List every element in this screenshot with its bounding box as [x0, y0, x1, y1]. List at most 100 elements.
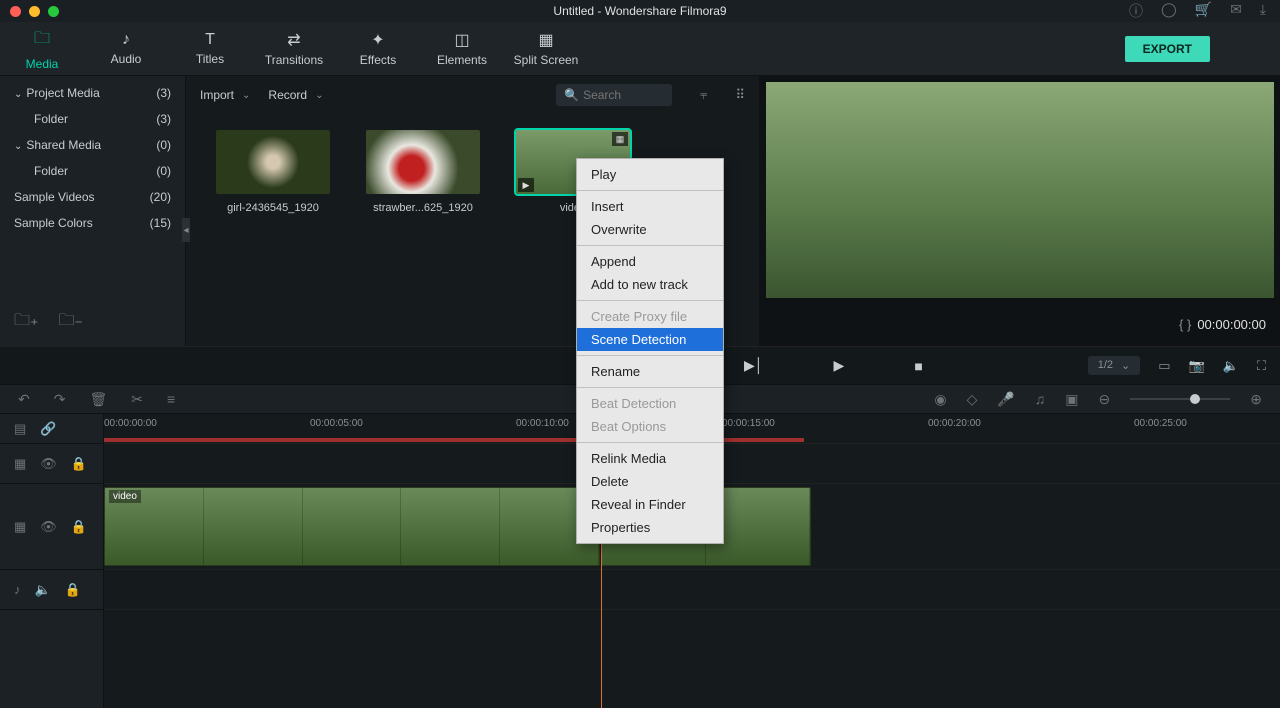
- filmstrip-icon: ▦: [612, 132, 628, 146]
- context-menu-item[interactable]: Append: [577, 250, 723, 273]
- search-field[interactable]: 🔍: [556, 84, 672, 106]
- audio-mixer-icon[interactable]: ♫: [1035, 391, 1046, 407]
- media-thumb[interactable]: girl-2436545_1920: [216, 130, 330, 214]
- track-head-video2[interactable]: ▦ 👁 🔒: [0, 444, 103, 484]
- lock-icon[interactable]: 🔒: [71, 519, 87, 535]
- sidebar-item-folder[interactable]: Folder(3): [0, 106, 185, 132]
- manage-tracks-icon[interactable]: ▤: [14, 421, 26, 437]
- effects-icon: ✦: [371, 30, 384, 50]
- zoom-out-icon[interactable]: ⊖: [1099, 391, 1111, 408]
- context-menu-item[interactable]: Rename: [577, 360, 723, 383]
- sidebar-item-shared-media[interactable]: ⌄Shared Media(0): [0, 132, 185, 158]
- context-menu-item[interactable]: Delete: [577, 470, 723, 493]
- sidebar-collapse-handle[interactable]: ◂: [182, 218, 190, 242]
- sidebar-item-sample-videos[interactable]: Sample Videos(20): [0, 184, 185, 210]
- lock-icon[interactable]: 🔒: [71, 456, 87, 472]
- context-menu-item[interactable]: Overwrite: [577, 218, 723, 241]
- delete-button[interactable]: 🗑: [89, 391, 107, 408]
- tab-label: Titles: [196, 52, 224, 66]
- sidebar-item-folder[interactable]: Folder(0): [0, 158, 185, 184]
- filter-icon[interactable]: ⫧: [700, 87, 707, 103]
- menu-separator: [577, 190, 723, 191]
- audio-icon: ♪: [122, 31, 130, 49]
- track-headers: ▤🔗 ▦👁🔒 ▦👁🔒 ♪🔈🔒: [0, 414, 104, 708]
- context-menu-item[interactable]: Reveal in Finder: [577, 493, 723, 516]
- import-dropdown[interactable]: Import⌄: [200, 88, 250, 102]
- download-icon[interactable]: ⤓: [1260, 1, 1266, 21]
- context-menu-item: Create Proxy file: [577, 305, 723, 328]
- main-tabs-bar: 🗀Media ♪Audio TTitles ⇄Transitions ✦Effe…: [0, 22, 1280, 76]
- voiceover-icon[interactable]: 🎤: [997, 391, 1014, 408]
- minimize-window-button[interactable]: [29, 6, 40, 17]
- tab-audio[interactable]: ♪Audio: [84, 22, 168, 75]
- search-input[interactable]: [583, 88, 663, 102]
- info-icon[interactable]: ⓘ: [1129, 1, 1143, 21]
- lock-icon[interactable]: 🔒: [65, 582, 81, 598]
- export-button[interactable]: EXPORT: [1125, 36, 1210, 62]
- context-menu-item[interactable]: Properties: [577, 516, 723, 539]
- close-window-button[interactable]: [10, 6, 21, 17]
- mute-icon[interactable]: 🔈: [35, 582, 51, 598]
- visibility-icon[interactable]: 👁: [40, 519, 57, 535]
- tab-titles[interactable]: TTitles: [168, 22, 252, 75]
- tab-transitions[interactable]: ⇄Transitions: [252, 22, 336, 75]
- timeline-clip[interactable]: video: [104, 487, 600, 566]
- options-button[interactable]: ≡: [167, 391, 175, 407]
- crop-icon[interactable]: ▣: [1065, 391, 1078, 408]
- redo-button[interactable]: ↷: [54, 391, 66, 408]
- context-menu-item[interactable]: Insert: [577, 195, 723, 218]
- snapshot-icon[interactable]: 📷: [1189, 358, 1205, 374]
- track-head-video1[interactable]: ▦ 👁 🔒: [0, 484, 103, 570]
- menu-separator: [577, 442, 723, 443]
- render-preview-icon[interactable]: ◉: [934, 391, 946, 408]
- split-screen-icon: ▦: [538, 30, 553, 50]
- tab-split-screen[interactable]: ▦ Split Screen: [504, 22, 588, 75]
- zoom-slider[interactable]: [1130, 398, 1230, 400]
- folder-icon: 🗀: [34, 27, 50, 54]
- context-menu-item[interactable]: Relink Media: [577, 447, 723, 470]
- add-to-timeline-icon[interactable]: ▶: [518, 178, 534, 192]
- delete-folder-icon[interactable]: 🗀₋: [58, 309, 82, 336]
- volume-icon[interactable]: 🔈: [1223, 358, 1239, 374]
- sidebar-item-sample-colors[interactable]: Sample Colors(15): [0, 210, 185, 236]
- grid-view-icon[interactable]: ⠿: [735, 87, 745, 103]
- mail-icon[interactable]: ✉: [1230, 1, 1242, 21]
- context-menu: Play InsertOverwrite AppendAdd to new trac…: [576, 158, 724, 544]
- undo-button[interactable]: ↶: [18, 391, 30, 408]
- context-menu-item[interactable]: Add to new track: [577, 273, 723, 296]
- fullscreen-icon[interactable]: ⛶: [1257, 358, 1266, 374]
- account-icon[interactable]: ◯: [1161, 1, 1177, 21]
- sidebar-item-project-media[interactable]: ⌄Project Media(3): [0, 80, 185, 106]
- prev-frame-button[interactable]: ▶│: [744, 357, 764, 374]
- track-head-audio1[interactable]: ♪🔈🔒: [0, 570, 103, 610]
- tab-elements[interactable]: ◫Elements: [420, 22, 504, 75]
- filmstrip-icon: ▦: [14, 456, 26, 472]
- marker-icon[interactable]: ◇: [967, 391, 978, 408]
- maximize-window-button[interactable]: [48, 6, 59, 17]
- new-folder-icon[interactable]: 🗀₊: [14, 309, 38, 336]
- elements-icon: ◫: [454, 30, 469, 50]
- visibility-icon[interactable]: 👁: [40, 456, 57, 472]
- zoom-in-icon[interactable]: ⊕: [1250, 391, 1262, 408]
- context-menu-item[interactable]: Scene Detection: [577, 328, 723, 351]
- preview-scale-dropdown[interactable]: 1/2⌄: [1088, 356, 1141, 375]
- transitions-icon: ⇄: [287, 30, 300, 50]
- tab-effects[interactable]: ✦Effects: [336, 22, 420, 75]
- link-icon[interactable]: 🔗: [40, 421, 56, 437]
- menu-separator: [577, 387, 723, 388]
- filmstrip-icon: ▦: [14, 519, 26, 535]
- stop-button[interactable]: ■: [914, 358, 922, 374]
- media-thumb[interactable]: strawber...625_1920: [366, 130, 480, 214]
- track-audio1[interactable]: [104, 570, 1280, 610]
- split-button[interactable]: ✂: [131, 391, 143, 408]
- preview-quality-icon[interactable]: ▭: [1158, 358, 1170, 374]
- cart-icon[interactable]: 🛒: [1195, 1, 1212, 21]
- tab-label: Split Screen: [514, 53, 579, 67]
- play-button[interactable]: ▶: [834, 357, 845, 374]
- context-menu-item[interactable]: Play: [577, 163, 723, 186]
- preview-viewport[interactable]: [766, 82, 1274, 298]
- thumb-preview: [366, 130, 480, 194]
- record-dropdown[interactable]: Record⌄: [268, 88, 323, 102]
- preview-panel: { }00:00:00:00: [760, 76, 1280, 346]
- tab-media[interactable]: 🗀Media: [0, 22, 84, 75]
